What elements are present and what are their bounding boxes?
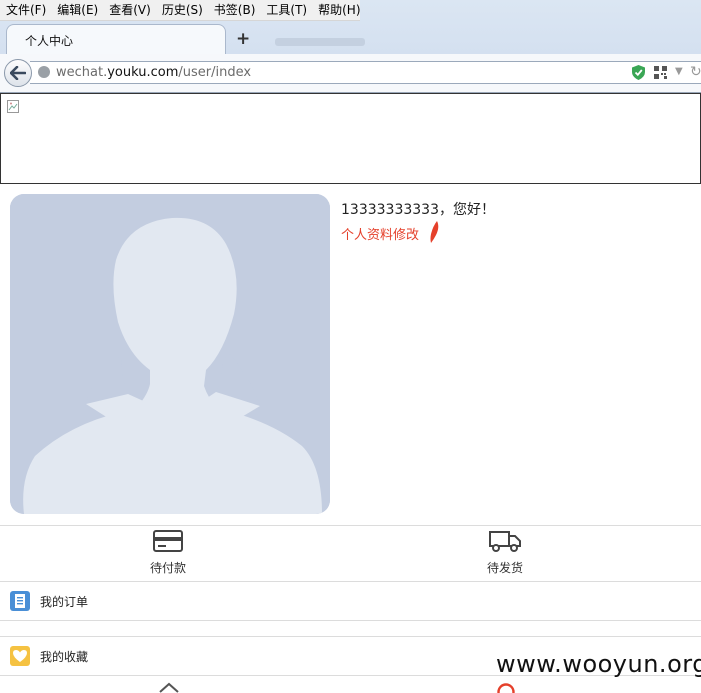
circle-icon[interactable] — [496, 682, 516, 693]
watermark: www.wooyun.org — [496, 650, 701, 678]
globe-icon — [38, 66, 50, 78]
address-bar[interactable]: wechat.youku.com/user/index ▼ ↻ — [30, 61, 701, 84]
divider — [0, 620, 701, 621]
menu-edit[interactable]: 编辑(E) — [51, 0, 103, 20]
navigation-bar: wechat.youku.com/user/index ▼ ↻ — [0, 54, 701, 93]
url-prefix: wechat. — [56, 65, 108, 80]
feather-icon — [430, 221, 439, 243]
banner-image — [0, 93, 701, 184]
tab-personal-center[interactable]: 个人中心 — [6, 24, 226, 55]
user-greeting: 13333333333，您好！ — [341, 202, 495, 218]
dropdown-arrow-icon[interactable]: ▼ — [675, 66, 683, 77]
tab-title: 个人中心 — [25, 34, 74, 48]
my-favorites-label: 我的收藏 — [40, 650, 89, 664]
back-button[interactable] — [4, 59, 32, 87]
menu-bookmarks[interactable]: 书签(B) — [208, 0, 261, 20]
pending-shipment-label: 待发货 — [486, 561, 523, 575]
my-orders-item[interactable]: 我的订单 — [0, 582, 701, 620]
edit-profile-link[interactable]: 个人资料修改 — [341, 224, 419, 243]
heart-icon — [10, 646, 30, 666]
my-orders-label: 我的订单 — [40, 595, 89, 609]
document-icon — [10, 591, 30, 611]
menu-file[interactable]: 文件(F) — [0, 0, 51, 20]
qr-code-icon[interactable] — [654, 66, 667, 79]
chevron-up-icon[interactable] — [158, 682, 180, 693]
blurred-tab-placeholder — [275, 38, 365, 46]
menu-history[interactable]: 历史(S) — [156, 0, 208, 20]
truck-icon — [489, 531, 521, 552]
avatar[interactable] — [10, 194, 330, 514]
menu-view[interactable]: 查看(V) — [103, 0, 156, 20]
arrow-left-icon — [10, 66, 26, 80]
reload-icon[interactable]: ↻ — [690, 64, 701, 80]
divider — [0, 525, 701, 526]
card-icon — [153, 530, 183, 552]
broken-image-icon — [7, 100, 19, 113]
url-path: /user/index — [178, 65, 252, 80]
url-domain: youku.com — [107, 65, 179, 80]
pending-shipment-button[interactable]: 待发货 — [455, 530, 555, 576]
url-text[interactable]: wechat.youku.com/user/index — [56, 65, 251, 80]
default-person-silhouette — [10, 194, 330, 514]
shield-check-icon[interactable] — [632, 65, 645, 80]
pending-payment-button[interactable]: 待付款 — [118, 530, 218, 576]
new-tab-button[interactable]: + — [236, 29, 250, 49]
menu-help[interactable]: 帮助(H) — [312, 0, 365, 20]
pending-payment-label: 待付款 — [149, 561, 186, 575]
browser-menu-bar: 文件(F) 编辑(E) 查看(V) 历史(S) 书签(B) 工具(T) 帮助(H… — [0, 0, 361, 21]
menu-tools[interactable]: 工具(T) — [260, 0, 312, 20]
